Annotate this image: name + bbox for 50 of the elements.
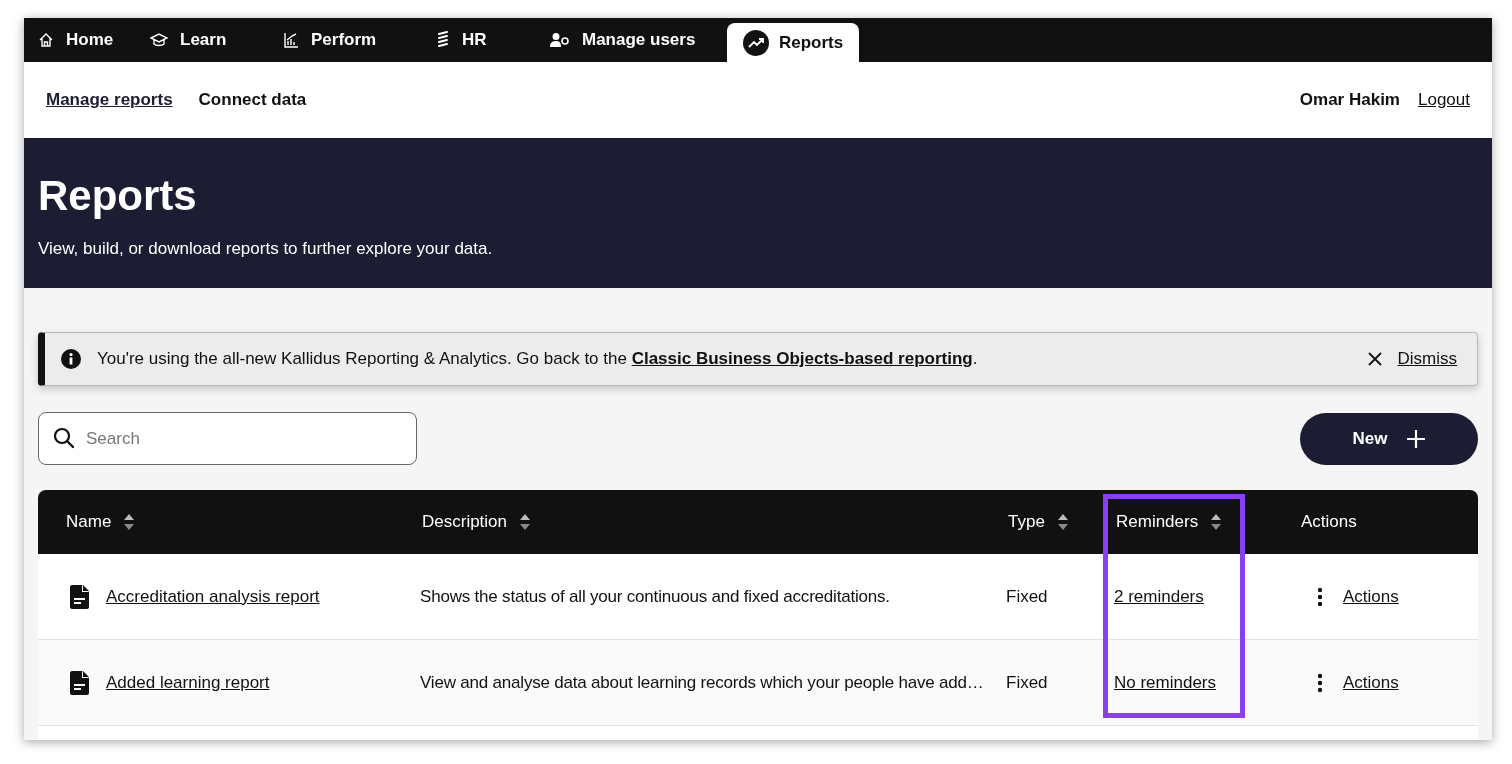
column-header[interactable]: Name: [38, 490, 394, 554]
more-options-icon[interactable]: [1317, 672, 1323, 693]
report-link[interactable]: Accreditation analysis report: [106, 583, 320, 610]
column-header[interactable]: Reminders: [1088, 490, 1273, 554]
column-header[interactable]: Description: [394, 490, 980, 554]
table-cell: Fixed: [1006, 672, 1048, 692]
subnav-link[interactable]: Manage reports: [46, 87, 173, 113]
info-icon: [61, 349, 81, 369]
classic-reporting-link[interactable]: Classic Business Objects-based reporting: [631, 349, 973, 369]
column-header: Actions: [1300, 511, 1358, 534]
document-icon: [70, 670, 89, 695]
home-icon: [38, 32, 54, 48]
page-title: Reports: [38, 172, 198, 220]
nav-tab[interactable]: Home: [38, 18, 150, 62]
nav-tab[interactable]: HR: [436, 18, 550, 62]
table-cell: Shows the status of all your continuous and fixed accreditations.: [420, 586, 890, 606]
table-cell: Fixed: [1006, 586, 1048, 606]
search-icon: [53, 427, 75, 449]
sort-icon[interactable]: [1056, 513, 1069, 531]
document-icon: [70, 584, 89, 609]
nav-tab[interactable]: Reports: [727, 23, 860, 62]
more-options-icon[interactable]: [1317, 586, 1323, 607]
reminders-link[interactable]: No reminders: [1114, 672, 1217, 692]
search-field[interactable]: Search: [38, 412, 417, 465]
report-link[interactable]: Added learning report: [106, 669, 270, 696]
logout-link[interactable]: Logout: [1418, 87, 1470, 113]
page-subtitle: View, build, or download reports to further explore your data.: [38, 238, 494, 260]
user-name: Omar Hakim: [1299, 89, 1400, 112]
column-header[interactable]: Type: [980, 490, 1088, 554]
nav-tab[interactable]: Manage users: [550, 18, 715, 62]
user-gear-icon: [550, 32, 570, 48]
sort-icon[interactable]: [1210, 513, 1223, 531]
trend-icon: [743, 29, 769, 56]
banner-message: You're using the all-new Kallidus Reporting & Analytics. Go back to the Classic Business Objects-based reporting.: [97, 348, 978, 371]
chart-icon: [283, 32, 299, 48]
table-cell: View and analyse data about learning records which your people have add…: [420, 672, 984, 692]
actions-link[interactable]: Actions: [1343, 583, 1399, 610]
subnav-link[interactable]: Connect data: [198, 87, 307, 113]
sort-icon[interactable]: [123, 513, 136, 531]
graduation-cap-icon: [150, 32, 168, 48]
new-button[interactable]: New: [1300, 412, 1478, 465]
nav-tab[interactable]: Learn: [150, 18, 283, 62]
reminders-link[interactable]: 2 reminders: [1114, 586, 1204, 606]
close-icon[interactable]: [1367, 352, 1382, 366]
nav-tab[interactable]: Perform: [283, 18, 436, 62]
sort-icon[interactable]: [519, 513, 532, 531]
dismiss-link[interactable]: Dismiss: [1397, 346, 1457, 372]
stripes-icon: [436, 31, 450, 49]
actions-link[interactable]: Actions: [1343, 669, 1399, 696]
plus-icon: [1407, 429, 1426, 448]
